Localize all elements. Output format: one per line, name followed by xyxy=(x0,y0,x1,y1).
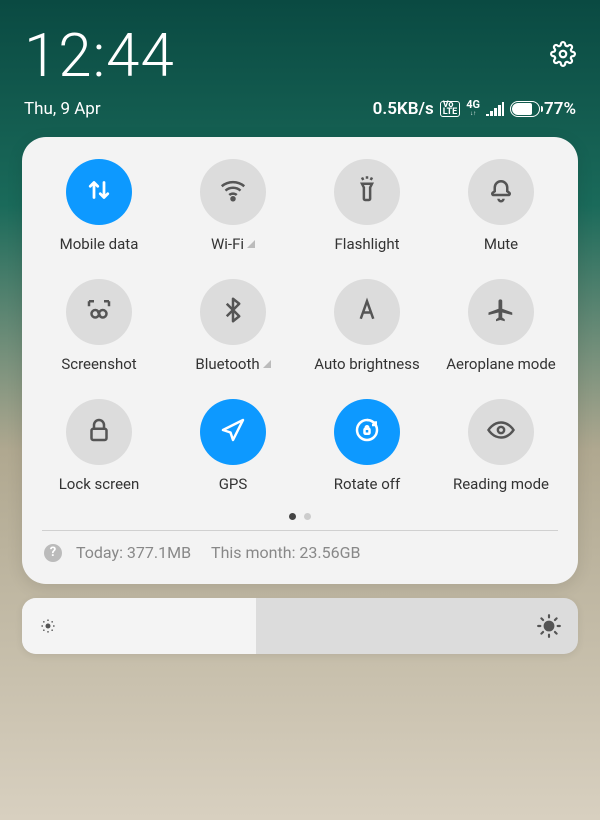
tile-screenshot[interactable]: Screenshot xyxy=(34,279,164,373)
flashlight-icon xyxy=(352,175,382,209)
airplane-icon xyxy=(486,295,516,329)
status-indicators: 0.5KB/s VoLTE 4G ↓↑ 77% xyxy=(373,99,576,119)
tile-label: Rotate off xyxy=(334,475,400,493)
brightness-slider[interactable] xyxy=(22,598,578,654)
eye-icon xyxy=(486,415,516,449)
tile-bluetooth[interactable]: Bluetooth xyxy=(168,279,298,373)
dot-2 xyxy=(304,513,311,520)
question-icon: ? xyxy=(44,544,62,562)
location-arrow-icon xyxy=(218,415,248,449)
tile-label: Bluetooth xyxy=(195,355,259,373)
volte-icon: VoLTE xyxy=(440,101,461,117)
tile-label: Mobile data xyxy=(60,235,139,253)
tile-label: GPS xyxy=(219,475,248,493)
brightness-low-icon xyxy=(38,616,58,636)
dot-1 xyxy=(289,513,296,520)
bell-icon xyxy=(486,175,516,209)
tile-label: Lock screen xyxy=(59,475,140,493)
screenshot-icon xyxy=(84,295,114,329)
chevron-icon xyxy=(247,240,255,248)
clock-time: 12:44 xyxy=(24,20,175,91)
data-usage-row[interactable]: ? Today: 377.1MB This month: 23.56GB xyxy=(34,531,566,576)
battery-icon: 77% xyxy=(510,99,576,119)
status-bar: 12:44 Thu, 9 Apr 0.5KB/s VoLTE 4G ↓↑ 77% xyxy=(0,0,600,119)
tile-label: Auto brightness xyxy=(314,355,419,373)
tile-label: Screenshot xyxy=(61,355,136,373)
auto-brightness-icon xyxy=(352,295,382,329)
battery-percent: 77% xyxy=(544,99,576,119)
wifi-icon xyxy=(218,175,248,209)
tile-wifi[interactable]: Wi-Fi xyxy=(168,159,298,253)
tile-aeroplane-mode[interactable]: Aeroplane mode xyxy=(436,279,566,373)
tile-label: Flashlight xyxy=(335,235,400,253)
tile-reading-mode[interactable]: Reading mode xyxy=(436,399,566,493)
mobile-data-icon xyxy=(84,175,114,209)
tile-lock-screen[interactable]: Lock screen xyxy=(34,399,164,493)
tile-auto-brightness[interactable]: Auto brightness xyxy=(302,279,432,373)
tile-rotate-off[interactable]: Rotate off xyxy=(302,399,432,493)
bluetooth-icon xyxy=(218,295,248,329)
tile-label: Mute xyxy=(484,235,518,253)
lock-icon xyxy=(84,415,114,449)
settings-button[interactable] xyxy=(550,41,576,71)
chevron-icon xyxy=(263,360,271,368)
status-date: Thu, 9 Apr xyxy=(24,99,101,119)
tile-gps[interactable]: GPS xyxy=(168,399,298,493)
network-type-icon: 4G ↓↑ xyxy=(466,100,480,118)
signal-icon xyxy=(486,102,504,116)
tile-mute[interactable]: Mute xyxy=(436,159,566,253)
quick-settings-panel: Mobile data Wi-Fi Flashlight Mute Screen xyxy=(22,137,578,584)
tile-label: Reading mode xyxy=(453,475,549,493)
rotate-lock-icon xyxy=(352,415,382,449)
tile-label: Aeroplane mode xyxy=(446,355,556,373)
net-speed: 0.5KB/s xyxy=(373,99,434,119)
tile-label: Wi-Fi xyxy=(211,235,244,253)
brightness-high-icon xyxy=(536,613,562,639)
page-indicator xyxy=(34,513,566,520)
tile-flashlight[interactable]: Flashlight xyxy=(302,159,432,253)
tile-mobile-data[interactable]: Mobile data xyxy=(34,159,164,253)
